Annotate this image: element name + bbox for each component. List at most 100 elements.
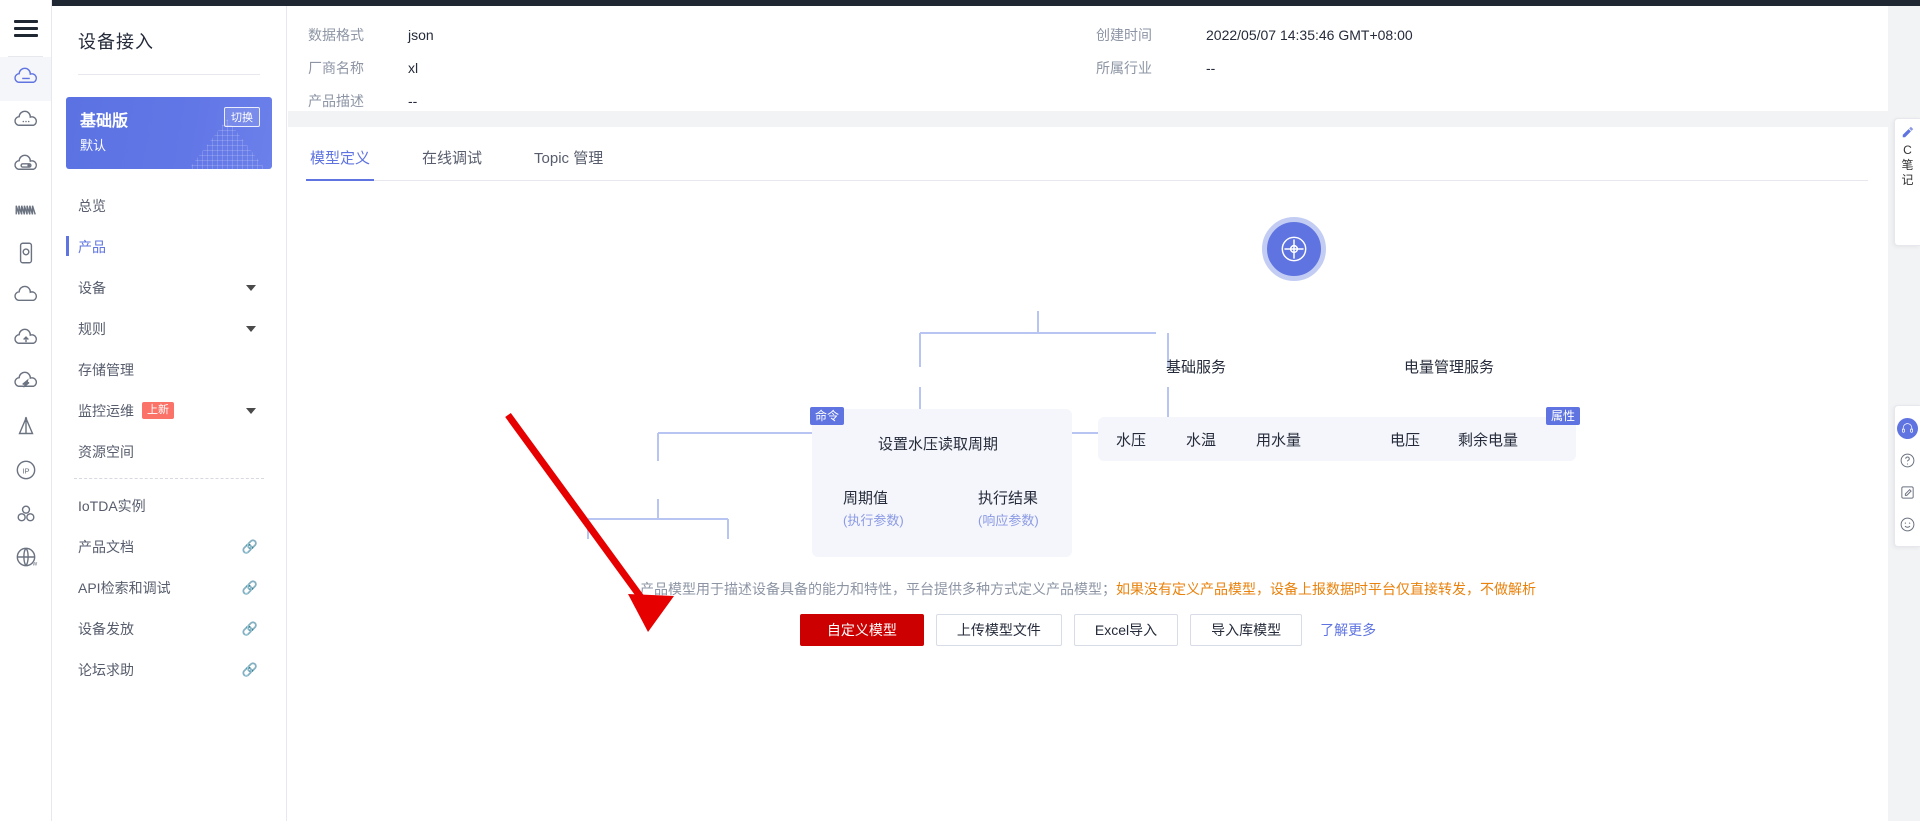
- tab-online-debug[interactable]: 在线调试: [420, 147, 484, 180]
- cloud-data-icon[interactable]: [0, 144, 51, 188]
- cloud-note-tab[interactable]: C 笔 记: [1894, 118, 1920, 246]
- info-label: 产品描述: [308, 92, 364, 109]
- learn-more-link[interactable]: 了解更多: [1320, 620, 1376, 640]
- note-tab-line-2: 笔: [1901, 158, 1914, 172]
- sidebar-item-device-provisioning[interactable]: 设备发放 🔗: [52, 608, 286, 649]
- sidebar-item-resource-space[interactable]: 资源空间: [52, 431, 286, 472]
- feedback-edit-icon[interactable]: [1895, 476, 1920, 508]
- model-action-buttons: 自定义模型 上传模型文件 Excel导入 导入库模型 了解更多: [288, 614, 1888, 646]
- sidebar-item-rules[interactable]: 规则: [52, 308, 286, 349]
- property-node-water-temperature[interactable]: 水温: [1186, 429, 1216, 450]
- cloud-upload-icon[interactable]: [0, 318, 51, 362]
- info-value: --: [408, 92, 418, 109]
- nav-label: 设备发放: [78, 620, 134, 637]
- wave-analytics-icon[interactable]: [0, 188, 51, 232]
- property-node-voltage[interactable]: 电压: [1390, 429, 1420, 450]
- property-node-remaining-power[interactable]: 剩余电量: [1458, 429, 1518, 450]
- version-card[interactable]: 基础版 默认 切换: [66, 97, 272, 169]
- param-label: 周期值: [843, 490, 889, 507]
- headset-support-icon[interactable]: [1895, 412, 1920, 444]
- import-library-model-button[interactable]: 导入库模型: [1190, 614, 1303, 646]
- info-value: --: [1206, 59, 1216, 76]
- right-side-dock: [1894, 405, 1920, 547]
- cloud-edge-icon[interactable]: [0, 362, 51, 406]
- info-row: 创建时间 2022/05/07 14:35:46 GMT+08:00: [1096, 18, 1413, 51]
- service-node-power[interactable]: 电量管理服务: [1404, 356, 1494, 377]
- param-sublabel: (执行参数): [843, 513, 904, 528]
- description-plain: 产品模型用于描述设备具备的能力和特性，平台提供多种方式定义产品模型；: [640, 581, 1116, 597]
- switch-version-button[interactable]: 切换: [224, 107, 260, 127]
- info-row: 数据格式 json: [288, 18, 1888, 51]
- external-link-icon: 🔗: [241, 579, 258, 595]
- root-node-product-model[interactable]: [1262, 217, 1326, 281]
- device-card-icon[interactable]: [0, 231, 51, 275]
- svg-text:w: w: [31, 561, 37, 568]
- nav-list: 总览 产品 设备 规则 存储管理 监控运维 上新 资源空间 IoTDA实例 产品…: [52, 185, 286, 690]
- help-question-icon[interactable]: [1895, 444, 1920, 476]
- sidebar-item-devices[interactable]: 设备: [52, 267, 286, 308]
- nav-label: 存储管理: [78, 361, 134, 378]
- service-node-basic[interactable]: 基础服务: [1166, 356, 1226, 377]
- menu-divider: [78, 74, 260, 75]
- cluster-icon[interactable]: [0, 492, 51, 536]
- tab-topic-management[interactable]: Topic 管理: [532, 147, 605, 180]
- property-node-water-pressure[interactable]: 水压: [1116, 429, 1146, 450]
- smiley-rating-icon[interactable]: [1895, 508, 1920, 540]
- custom-model-button[interactable]: 自定义模型: [799, 614, 924, 646]
- command-node-title[interactable]: 设置水压读取周期: [878, 433, 998, 454]
- svg-text:IP: IP: [22, 467, 29, 476]
- chevron-down-icon: [246, 325, 256, 332]
- nav-label: 设备: [78, 279, 106, 296]
- command-tag: 命令: [810, 407, 845, 425]
- cloud-device-icon[interactable]: [0, 57, 51, 101]
- product-info-card: 数据格式 json 厂商名称 xl 产品描述 -- 创建时间 2022/05/0…: [288, 6, 1888, 111]
- antenna-icon[interactable]: [0, 405, 51, 449]
- sidebar-item-product-docs[interactable]: 产品文档 🔗: [52, 526, 286, 567]
- globe-web-icon[interactable]: w: [0, 536, 51, 580]
- nav-label: 规则: [78, 320, 106, 337]
- cloud-dots-icon[interactable]: [0, 101, 51, 145]
- status-badge: 上新: [142, 402, 174, 419]
- sidebar-item-products[interactable]: 产品: [52, 226, 286, 267]
- tab-bar: 模型定义 在线调试 Topic 管理: [305, 127, 1868, 181]
- chevron-down-icon: [246, 407, 256, 414]
- sidebar-item-overview[interactable]: 总览: [52, 185, 286, 226]
- command-param-result[interactable]: 执行结果 (响应参数): [978, 487, 1039, 529]
- left-menu: 设备接入 基础版 默认 切换 总览 产品 设备 规则 存储管理 监控运维 上新 …: [52, 6, 287, 821]
- nav-divider: [74, 478, 264, 479]
- nav-label: IoTDA实例: [78, 497, 146, 514]
- ip-circle-icon[interactable]: IP: [0, 449, 51, 493]
- sidebar-item-storage[interactable]: 存储管理: [52, 349, 286, 390]
- sidebar-item-api-explorer[interactable]: API检索和调试 🔗: [52, 567, 286, 608]
- info-label: 厂商名称: [308, 59, 364, 76]
- info-label: 所属行业: [1096, 59, 1152, 76]
- info-row: 所属行业 --: [1096, 51, 1413, 84]
- note-tab-line-1: C: [1903, 143, 1912, 157]
- nav-label: API检索和调试: [78, 579, 171, 596]
- excel-import-button[interactable]: Excel导入: [1073, 614, 1179, 646]
- nav-label: 总览: [78, 197, 106, 214]
- note-tab-line-3: 记: [1901, 173, 1914, 187]
- info-label: 创建时间: [1096, 26, 1152, 43]
- product-model-icon: [1281, 236, 1307, 262]
- sidebar-item-monitoring[interactable]: 监控运维 上新: [52, 390, 286, 431]
- sidebar-item-iotda-instance[interactable]: IoTDA实例: [52, 485, 286, 526]
- upload-model-file-button[interactable]: 上传模型文件: [935, 614, 1062, 646]
- property-node-water-usage[interactable]: 用水量: [1256, 429, 1301, 450]
- command-group-box: [812, 409, 1072, 557]
- description-warning: 如果没有定义产品模型，设备上报数据时平台仅直接转发，不做解析: [1116, 581, 1536, 597]
- menu-icon[interactable]: [0, 0, 51, 56]
- version-name: 基础版: [80, 113, 129, 130]
- info-value: 2022/05/07 14:35:46 GMT+08:00: [1206, 26, 1413, 43]
- command-param-periodvalue[interactable]: 周期值 (执行参数): [843, 487, 904, 529]
- sidebar-item-forum-help[interactable]: 论坛求助 🔗: [52, 649, 286, 690]
- menu-title: 设备接入: [78, 32, 154, 52]
- model-panel: 模型定义 在线调试 Topic 管理 基础服务 电量管理服务 命令 设置水压读取…: [288, 127, 1888, 821]
- page-root: IP w 设备接入 基础版 默认 切换 总览 产品 设备 规则 存储管理 监控运…: [0, 0, 1920, 821]
- pencil-note-icon: [1902, 126, 1913, 138]
- tab-model-definition[interactable]: 模型定义: [305, 147, 375, 181]
- nav-label: 监控运维: [78, 402, 134, 419]
- icon-rail: IP w: [0, 0, 52, 821]
- cloud-plain-icon[interactable]: [0, 275, 51, 319]
- product-info-column-right: 创建时间 2022/05/07 14:35:46 GMT+08:00 所属行业 …: [1096, 18, 1413, 84]
